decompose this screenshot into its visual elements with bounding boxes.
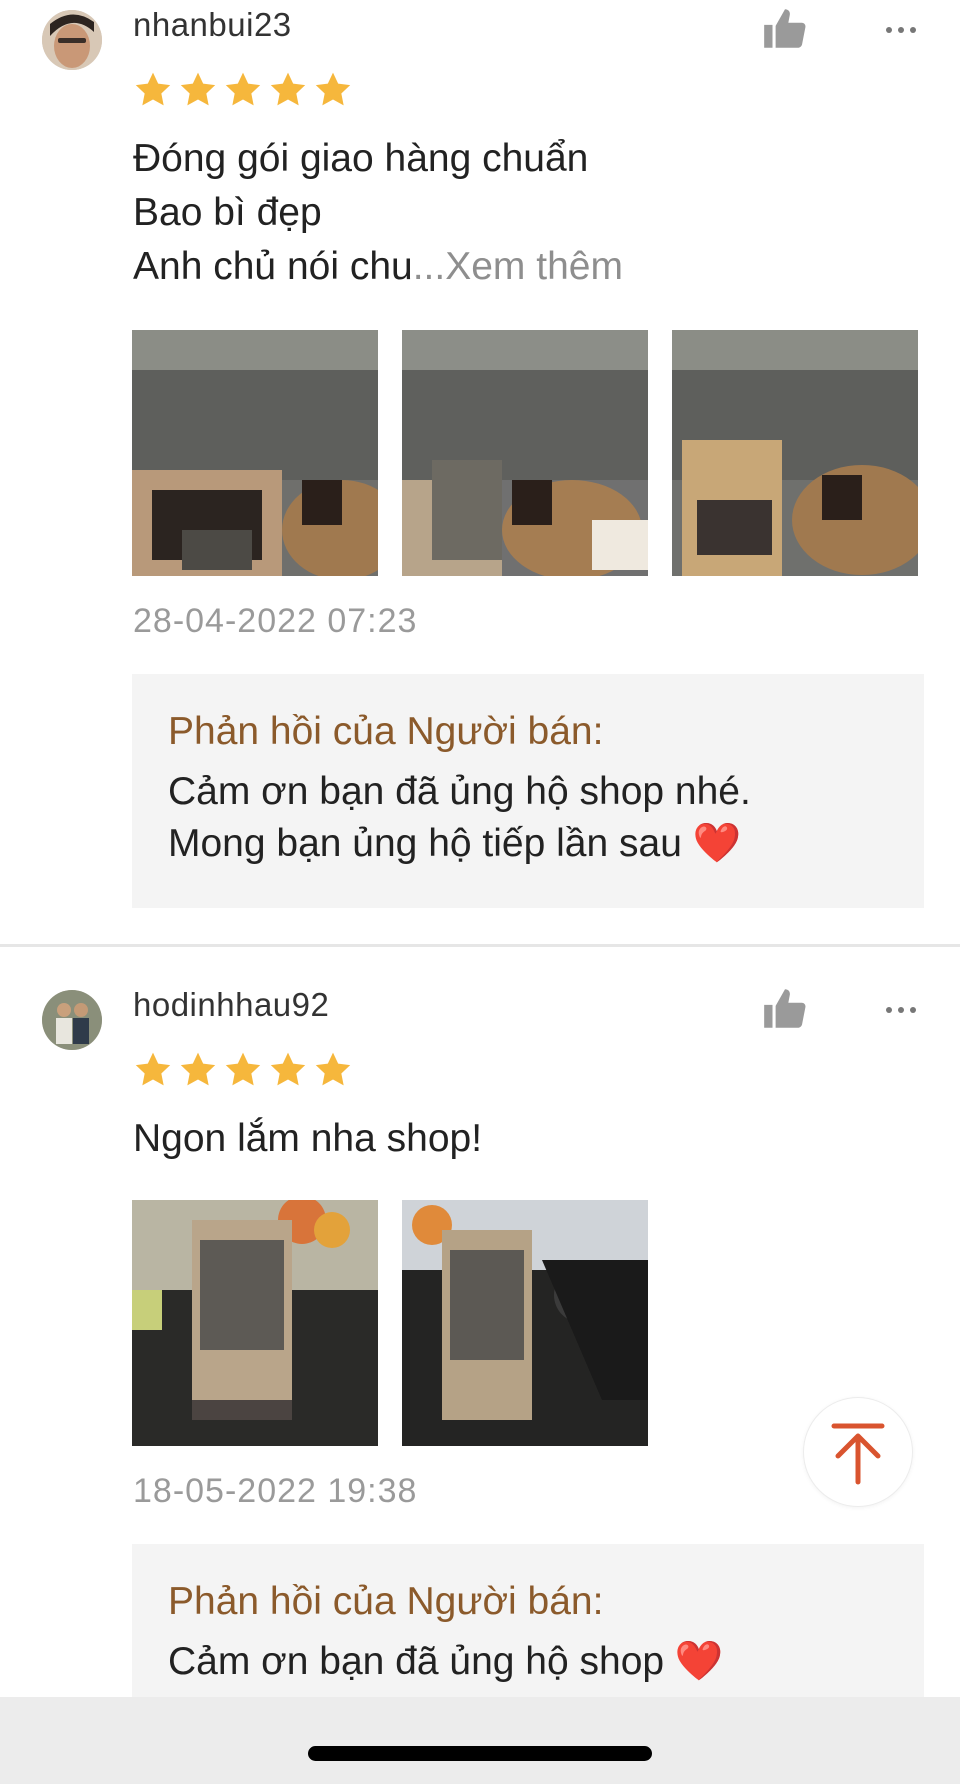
star-icon bbox=[223, 70, 263, 110]
star-icon bbox=[268, 70, 308, 110]
review-photo[interactable] bbox=[402, 1200, 648, 1446]
home-indicator[interactable] bbox=[308, 1746, 652, 1761]
review-photo[interactable] bbox=[672, 330, 918, 576]
star-rating bbox=[133, 1050, 353, 1090]
star-icon bbox=[313, 70, 353, 110]
arrow-up-to-top-icon bbox=[831, 1423, 885, 1485]
star-icon bbox=[268, 1050, 308, 1090]
thumbs-up-icon[interactable] bbox=[760, 4, 810, 54]
star-icon bbox=[133, 1050, 173, 1090]
more-dots-icon[interactable] bbox=[878, 20, 924, 40]
seller-reply-title: Phản hồi của Người bán: bbox=[168, 1580, 604, 1623]
review-photo[interactable] bbox=[132, 330, 378, 576]
thumbs-up-icon[interactable] bbox=[760, 984, 810, 1034]
username[interactable]: hodinhhau92 bbox=[133, 986, 329, 1024]
more-dots-icon[interactable] bbox=[878, 1000, 924, 1020]
review-timestamp: 18-05-2022 19:38 bbox=[133, 1472, 418, 1510]
seller-reply-text: Cảm ơn bạn đã ủng hộ shop ❤️ bbox=[168, 1640, 724, 1683]
avatar[interactable] bbox=[42, 10, 102, 70]
star-icon bbox=[178, 70, 218, 110]
scroll-to-top-button[interactable] bbox=[803, 1397, 913, 1507]
star-icon bbox=[178, 1050, 218, 1090]
review-photo[interactable] bbox=[402, 330, 648, 576]
seller-reply: Phản hồi của Người bán: Cảm ơn bạn đã ủn… bbox=[132, 1544, 924, 1697]
see-more-link[interactable]: ...Xem thêm bbox=[413, 245, 623, 288]
avatar[interactable] bbox=[42, 990, 102, 1050]
bottom-bar bbox=[0, 1697, 960, 1784]
seller-reply: Phản hồi của Người bán: Cảm ơn bạn đã ủn… bbox=[132, 674, 924, 908]
review-timestamp: 28-04-2022 07:23 bbox=[133, 602, 418, 640]
review-comment: Ngon lắm nha shop! bbox=[133, 1117, 483, 1160]
star-icon bbox=[223, 1050, 263, 1090]
star-icon bbox=[313, 1050, 353, 1090]
star-rating bbox=[133, 70, 353, 110]
seller-reply-text: Cảm ơn bạn đã ủng hộ shop nhé. Mong bạn … bbox=[168, 770, 751, 865]
review-photo[interactable] bbox=[132, 1200, 378, 1446]
star-icon bbox=[133, 70, 173, 110]
username[interactable]: nhanbui23 bbox=[133, 6, 292, 44]
review-divider bbox=[0, 944, 960, 947]
seller-reply-title: Phản hồi của Người bán: bbox=[168, 710, 604, 753]
review-comment: Đóng gói giao hàng chuẩn Bao bì đẹp Anh … bbox=[133, 132, 623, 294]
